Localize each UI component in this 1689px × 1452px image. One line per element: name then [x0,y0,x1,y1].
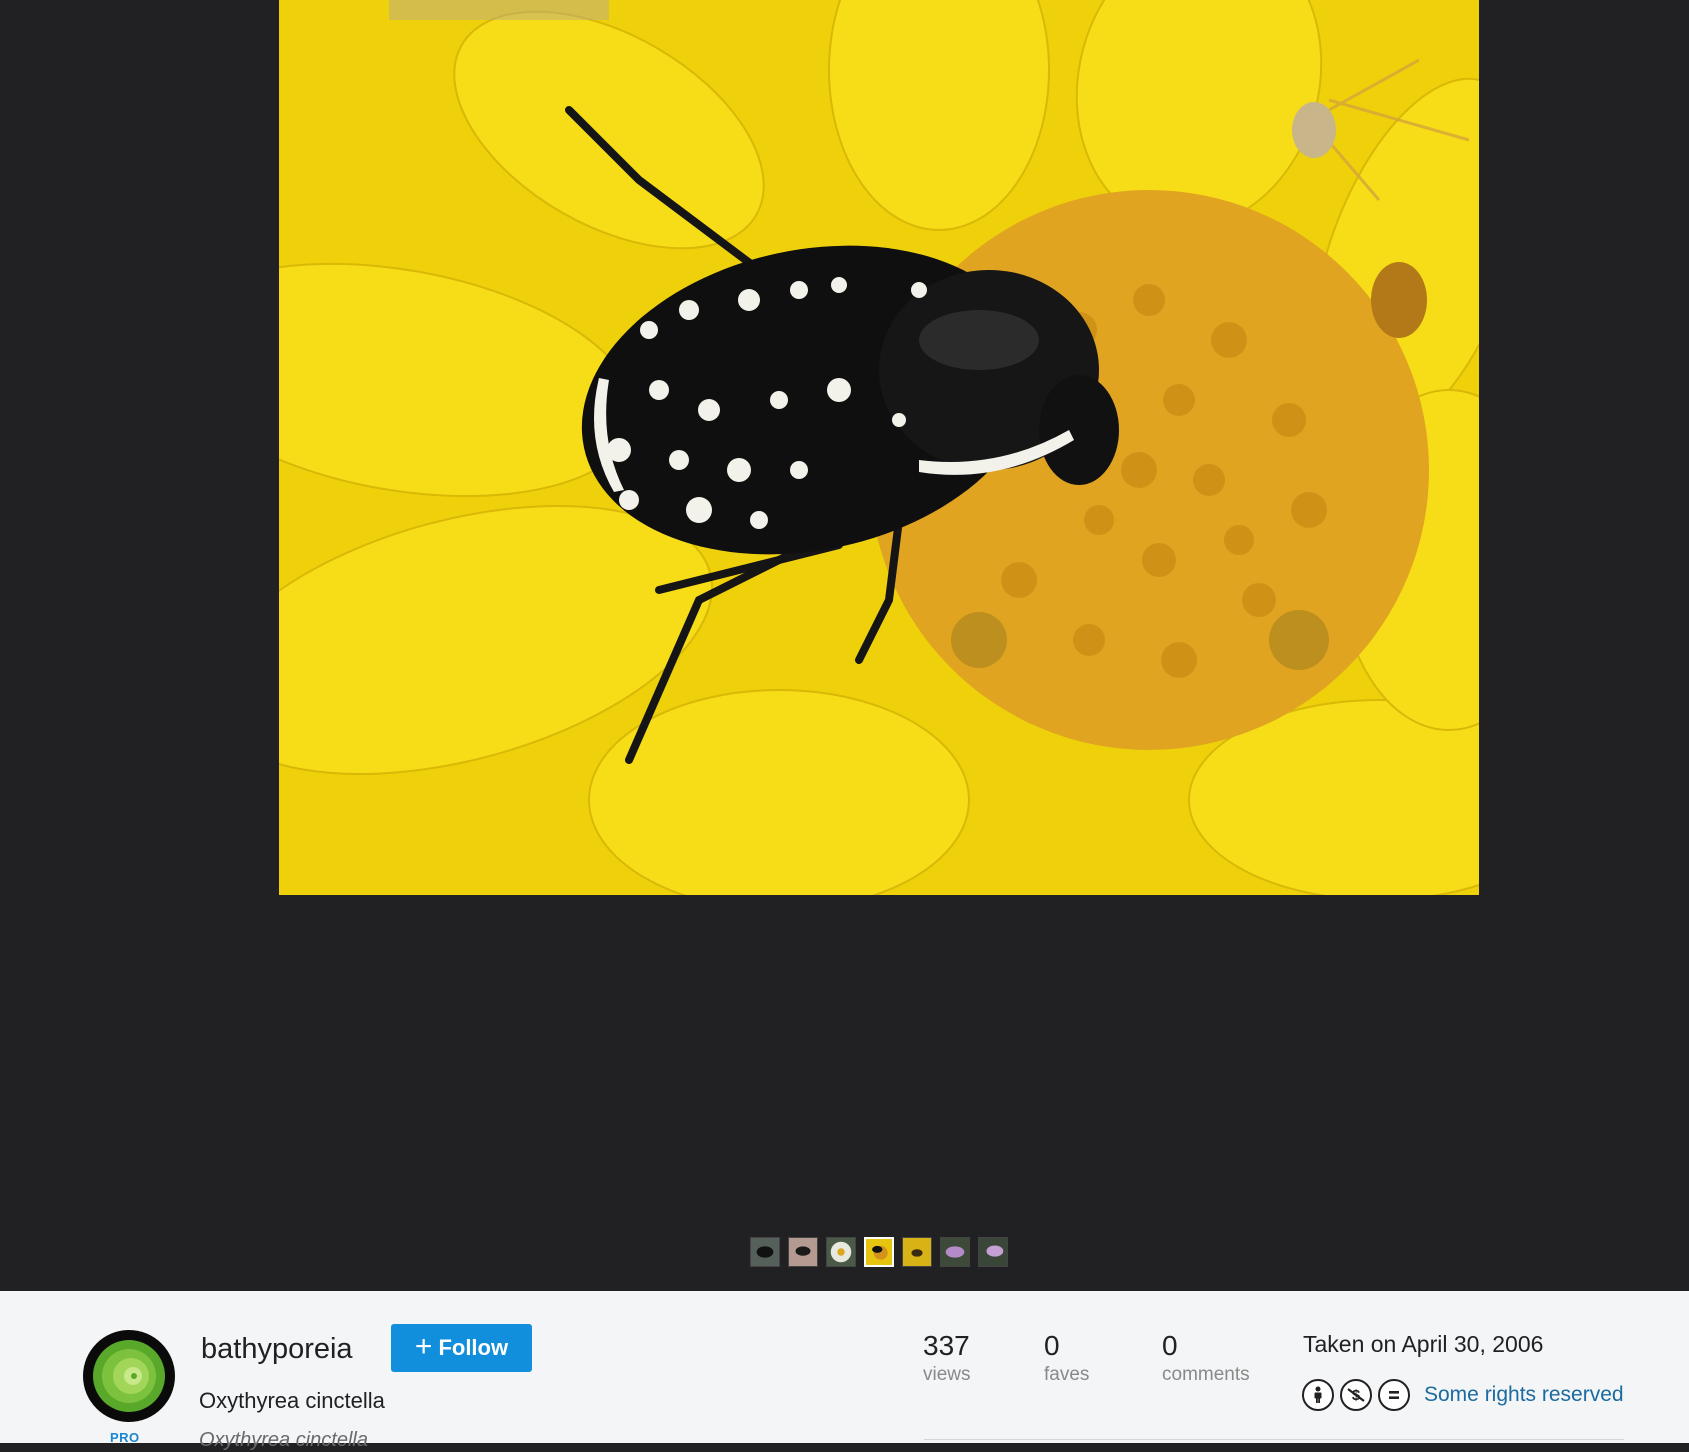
date-taken[interactable]: Taken on April 30, 2006 [1303,1331,1543,1358]
main-photo[interactable] [279,0,1479,895]
comments-stat[interactable]: 0 comments [1162,1330,1250,1386]
cc-nd-icon[interactable] [1378,1379,1410,1411]
photostream-filmstrip [750,1237,1008,1267]
faves-count: 0 [1044,1330,1060,1361]
photo-viewer [0,0,1689,1291]
beetle-on-flower-image [279,0,1479,895]
divider [924,1439,1624,1440]
plus-icon: + [414,1329,433,1363]
follow-label: Follow [438,1335,509,1360]
photo-title: Oxythyrea cinctella [199,1388,385,1413]
cc-by-icon[interactable] [1302,1379,1334,1411]
thumb-beetle-flower[interactable] [864,1237,894,1267]
comments-count: 0 [1162,1330,1178,1361]
thumb-purple-flower-2[interactable] [978,1237,1008,1267]
views-stat: 337 views [923,1330,971,1386]
faves-stat[interactable]: 0 faves [1044,1330,1090,1386]
views-label: views [923,1363,971,1385]
comments-label: comments [1162,1363,1250,1385]
cc-nc-icon[interactable]: $ [1340,1379,1372,1411]
thumb-beetle-2[interactable] [788,1237,818,1267]
some-rights-reserved-link[interactable]: Some rights reserved [1424,1383,1624,1407]
photo-description: Oxythyrea cinctella [199,1429,368,1451]
views-count: 337 [923,1330,970,1361]
follow-button[interactable]: + Follow [391,1324,532,1372]
photo-info-panel: PRO bathyporeia + Follow Oxythyrea cinct… [0,1291,1689,1451]
thumb-beetle-1[interactable] [750,1237,780,1267]
thumb-purple-flower-1[interactable] [940,1237,970,1267]
owner-avatar-block: PRO [83,1330,175,1445]
license-block: $ Some rights reserved [1302,1379,1624,1411]
thumb-bee-flower[interactable] [902,1237,932,1267]
avatar[interactable] [83,1330,175,1422]
owner-username[interactable]: bathyporeia [201,1333,353,1366]
spiral-avatar-icon [93,1340,165,1412]
faves-label: faves [1044,1363,1090,1385]
thumb-daisy[interactable] [826,1237,856,1267]
